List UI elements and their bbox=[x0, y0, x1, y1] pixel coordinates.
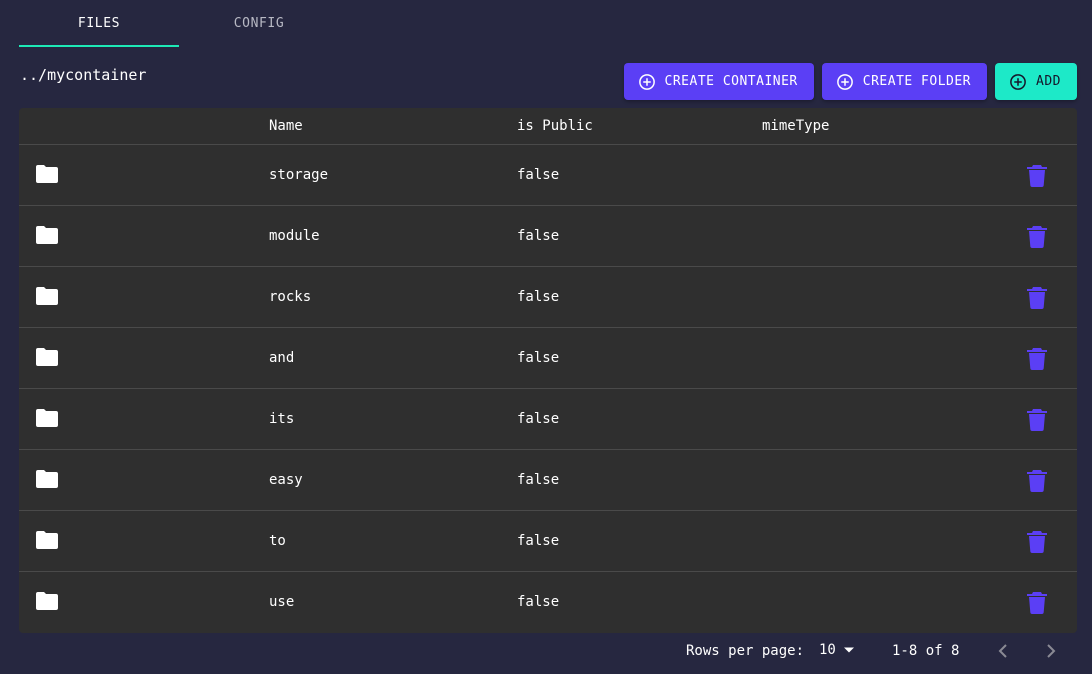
files-table: Name is Public mimeType storage false modu… bbox=[19, 108, 1077, 633]
file-name: rocks bbox=[269, 289, 312, 305]
table-row[interactable]: storage false bbox=[19, 145, 1077, 206]
create-container-button[interactable]: CREATE CONTAINER bbox=[623, 63, 814, 100]
is-public-value: false bbox=[517, 472, 560, 488]
folder-icon bbox=[36, 470, 58, 488]
column-header-mimetype: mimeType bbox=[762, 118, 830, 134]
create-container-label: CREATE CONTAINER bbox=[664, 74, 798, 89]
add-button[interactable]: ADD bbox=[995, 63, 1077, 100]
folder-icon bbox=[36, 409, 58, 427]
is-public-value: false bbox=[517, 533, 560, 549]
table-body: storage false module false rocks false and fals… bbox=[19, 145, 1077, 633]
folder-icon bbox=[36, 287, 58, 305]
folder-icon bbox=[36, 531, 58, 549]
is-public-value: false bbox=[517, 411, 560, 427]
is-public-value: false bbox=[517, 167, 560, 183]
plus-circle-icon bbox=[836, 73, 853, 90]
delete-icon[interactable] bbox=[1027, 470, 1047, 492]
table-row[interactable]: rocks false bbox=[19, 267, 1077, 328]
is-public-value: false bbox=[517, 350, 560, 366]
delete-icon[interactable] bbox=[1027, 531, 1047, 553]
folder-icon bbox=[36, 592, 58, 610]
file-name: and bbox=[269, 350, 295, 366]
file-name: storage bbox=[269, 167, 329, 183]
next-page-button[interactable] bbox=[1039, 639, 1063, 663]
add-label: ADD bbox=[1036, 74, 1061, 89]
pagination: Rows per page: 10 1-8 of 8 bbox=[0, 636, 1092, 666]
caret-down-icon bbox=[843, 647, 854, 653]
rows-per-page-value: 10 bbox=[819, 642, 836, 658]
table-header: Name is Public mimeType bbox=[19, 108, 1077, 145]
file-name: to bbox=[269, 533, 286, 549]
is-public-value: false bbox=[517, 594, 560, 610]
create-folder-label: CREATE FOLDER bbox=[862, 74, 972, 89]
column-header-name: Name bbox=[269, 118, 303, 134]
delete-icon[interactable] bbox=[1027, 165, 1047, 187]
tab-files[interactable]: FILES bbox=[19, 0, 179, 47]
file-name: easy bbox=[269, 472, 303, 488]
table-row[interactable]: use false bbox=[19, 572, 1077, 633]
delete-icon[interactable] bbox=[1027, 226, 1047, 248]
chevron-left-icon bbox=[998, 644, 1007, 658]
tab-bar: FILES CONFIG bbox=[19, 0, 339, 47]
rows-per-page-label: Rows per page: bbox=[686, 643, 805, 659]
delete-icon[interactable] bbox=[1027, 409, 1047, 431]
delete-icon[interactable] bbox=[1027, 287, 1047, 309]
is-public-value: false bbox=[517, 289, 560, 305]
plus-circle-icon bbox=[638, 73, 655, 90]
tab-config[interactable]: CONFIG bbox=[179, 0, 339, 47]
table-row[interactable]: easy false bbox=[19, 450, 1077, 511]
table-row[interactable]: to false bbox=[19, 511, 1077, 572]
delete-icon[interactable] bbox=[1027, 592, 1047, 614]
folder-icon bbox=[36, 348, 58, 366]
file-name: use bbox=[269, 594, 295, 610]
is-public-value: false bbox=[517, 228, 560, 244]
breadcrumb: ../mycontainer bbox=[20, 66, 147, 84]
folder-icon bbox=[36, 226, 58, 244]
table-row[interactable]: and false bbox=[19, 328, 1077, 389]
plus-circle-icon bbox=[1010, 73, 1026, 90]
action-toolbar: CREATE CONTAINER CREATE FOLDER ADD bbox=[623, 63, 1077, 100]
table-row[interactable]: module false bbox=[19, 206, 1077, 267]
folder-icon bbox=[36, 165, 58, 183]
page-range: 1-8 of 8 bbox=[892, 643, 960, 659]
delete-icon[interactable] bbox=[1027, 348, 1047, 370]
table-row[interactable]: its false bbox=[19, 389, 1077, 450]
file-name: module bbox=[269, 228, 320, 244]
previous-page-button[interactable] bbox=[991, 639, 1015, 663]
create-folder-button[interactable]: CREATE FOLDER bbox=[821, 63, 988, 100]
chevron-right-icon bbox=[1047, 644, 1056, 658]
file-name: its bbox=[269, 411, 295, 427]
rows-per-page-select[interactable]: 10 bbox=[819, 642, 854, 658]
column-header-is-public: is Public bbox=[517, 118, 593, 134]
